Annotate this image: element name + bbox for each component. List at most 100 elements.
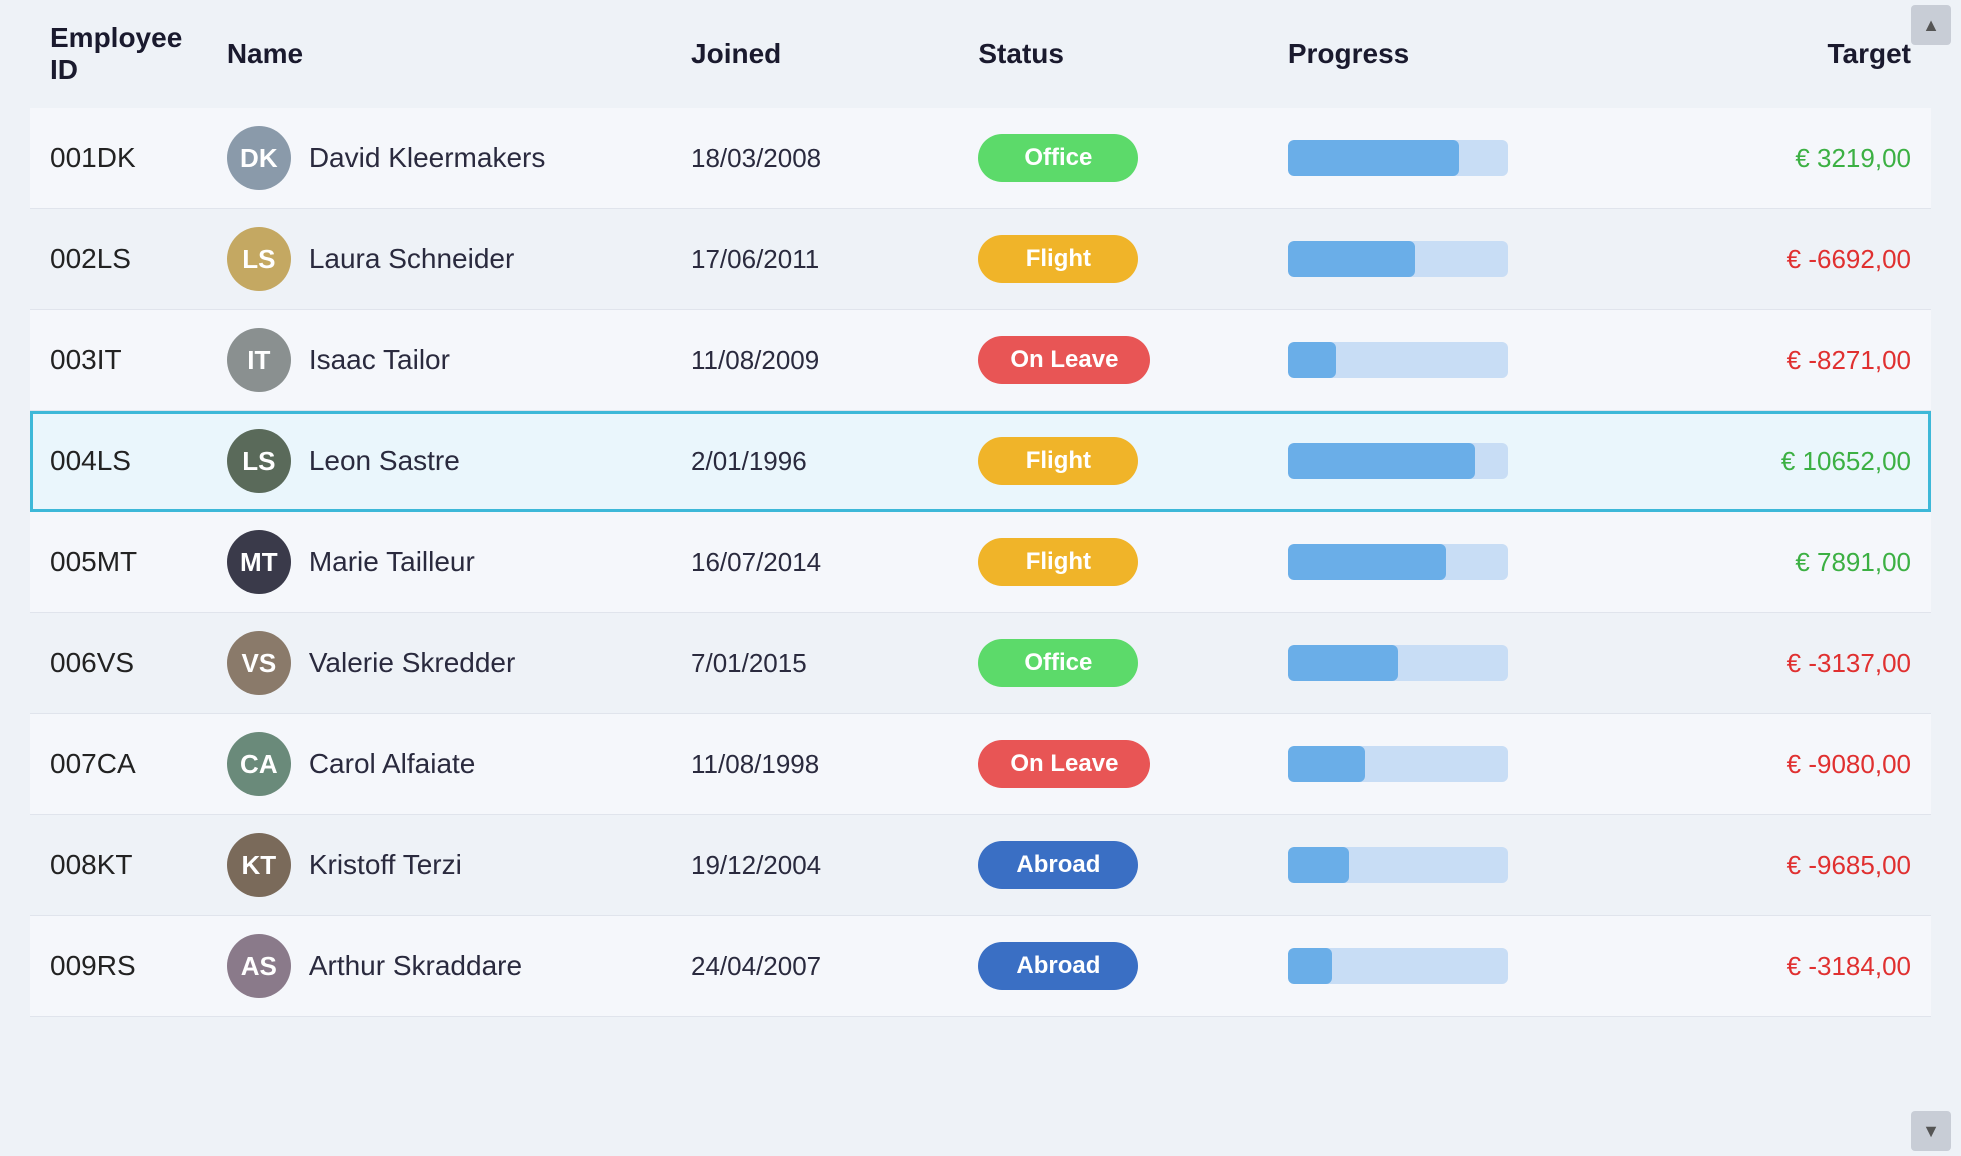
avatar: LS	[227, 429, 291, 493]
status-badge: Abroad	[978, 841, 1138, 889]
employee-target: € -3137,00	[1644, 613, 1931, 714]
table-row[interactable]: 003ITITIsaac Tailor11/08/2009On Leave€ -…	[30, 310, 1931, 411]
employee-joined: 11/08/1998	[671, 714, 958, 815]
status-badge: Flight	[978, 235, 1138, 283]
employee-target: € 3219,00	[1644, 108, 1931, 209]
employee-name-cell: KTKristoff Terzi	[207, 815, 671, 916]
scroll-down-button[interactable]: ▼	[1911, 1111, 1951, 1151]
employee-name: Kristoff Terzi	[309, 849, 462, 881]
employee-joined: 18/03/2008	[671, 108, 958, 209]
progress-bar-fill	[1288, 241, 1416, 277]
employee-progress-cell	[1268, 916, 1644, 1017]
employee-id: 007CA	[30, 714, 207, 815]
employee-target: € -3184,00	[1644, 916, 1931, 1017]
employee-name-cell: AS Arthur Skraddare	[207, 916, 671, 1017]
employee-name: Valerie Skredder	[309, 647, 515, 679]
progress-bar-background	[1288, 140, 1508, 176]
scroll-up-button[interactable]: ▲	[1911, 5, 1951, 45]
employee-progress-cell	[1268, 108, 1644, 209]
table-row[interactable]: 001DK DK David Kleermakers 18/03/2008 Office…	[30, 108, 1931, 209]
employee-target: € -9080,00	[1644, 714, 1931, 815]
employee-name-cell: CA Carol Alfaiate	[207, 714, 671, 815]
employee-name: David Kleermakers	[309, 142, 546, 174]
progress-bar-fill	[1288, 342, 1336, 378]
table-row[interactable]: 004LS LS Leon Sastre 2/01/1996Flight € 10652…	[30, 411, 1931, 512]
employee-status-cell: On Leave	[958, 310, 1267, 411]
status-badge: Office	[978, 134, 1138, 182]
employee-name-cell: DK David Kleermakers	[207, 108, 671, 209]
progress-bar-fill	[1288, 948, 1332, 984]
table-row[interactable]: 007CA CA Carol Alfaiate 11/08/1998 On Leave €…	[30, 714, 1931, 815]
progress-bar-background	[1288, 544, 1508, 580]
employee-name-cell: MT Marie Tailleur	[207, 512, 671, 613]
employee-name: Laura Schneider	[309, 243, 514, 275]
employee-status-cell: Office	[958, 613, 1267, 714]
avatar: DK	[227, 126, 291, 190]
employee-table: Employee ID Name Joined Status Progress …	[30, 0, 1931, 1017]
employee-progress-cell	[1268, 209, 1644, 310]
progress-bar-fill	[1288, 746, 1365, 782]
employee-name: Arthur Skraddare	[309, 950, 522, 982]
avatar: AS	[227, 934, 291, 998]
avatar: IT	[227, 328, 291, 392]
employee-id: 002LS	[30, 209, 207, 310]
table-row[interactable]: 005MTMTMarie Tailleur16/07/2014Flight€ 7…	[30, 512, 1931, 613]
employee-joined: 11/08/2009	[671, 310, 958, 411]
employee-id: 008KT	[30, 815, 207, 916]
progress-bar-background	[1288, 645, 1508, 681]
employee-joined: 16/07/2014	[671, 512, 958, 613]
employee-id: 003IT	[30, 310, 207, 411]
employee-id: 001DK	[30, 108, 207, 209]
employee-status-cell: Office	[958, 108, 1267, 209]
employee-name-cell: IT Isaac Tailor	[207, 310, 671, 411]
progress-bar-background	[1288, 847, 1508, 883]
employee-joined: 24/04/2007	[671, 916, 958, 1017]
employee-status-cell: Flight	[958, 411, 1267, 512]
employee-name: Marie Tailleur	[309, 546, 475, 578]
progress-bar-background	[1288, 241, 1508, 277]
table-row[interactable]: 008KTKTKristoff Terzi19/12/2004 Abroad € -…	[30, 815, 1931, 916]
employee-status-cell: Abroad	[958, 916, 1267, 1017]
employee-id: 009RS	[30, 916, 207, 1017]
employee-progress-cell	[1268, 714, 1644, 815]
employee-joined: 2/01/1996	[671, 411, 958, 512]
avatar: CA	[227, 732, 291, 796]
status-badge: Abroad	[978, 942, 1138, 990]
employee-joined: 7/01/2015	[671, 613, 958, 714]
progress-bar-fill	[1288, 847, 1350, 883]
table-row[interactable]: 006VS VS Valerie Skredder 7/01/2015 Office € …	[30, 613, 1931, 714]
progress-bar-fill	[1288, 544, 1446, 580]
employee-name: Carol Alfaiate	[309, 748, 476, 780]
table-row[interactable]: 009RS AS Arthur Skraddare 24/04/2007 Abroad €…	[30, 916, 1931, 1017]
employee-target: € 7891,00	[1644, 512, 1931, 613]
progress-bar-fill	[1288, 645, 1398, 681]
col-header-id: Employee ID	[30, 0, 207, 108]
col-header-target: Target	[1644, 0, 1931, 108]
employee-joined: 19/12/2004	[671, 815, 958, 916]
employee-progress-cell	[1268, 411, 1644, 512]
table-row[interactable]: 002LSLSLaura Schneider17/06/2011Flight€ …	[30, 209, 1931, 310]
employee-status-cell: Flight	[958, 512, 1267, 613]
employee-joined: 17/06/2011	[671, 209, 958, 310]
col-header-status: Status	[958, 0, 1267, 108]
employee-status-cell: Abroad	[958, 815, 1267, 916]
progress-bar-background	[1288, 443, 1508, 479]
employee-status-cell: On Leave	[958, 714, 1267, 815]
employee-target: € -9685,00	[1644, 815, 1931, 916]
employee-name: Isaac Tailor	[309, 344, 450, 376]
status-badge: On Leave	[978, 740, 1150, 788]
employee-progress-cell	[1268, 310, 1644, 411]
employee-status-cell: Flight	[958, 209, 1267, 310]
progress-bar-fill	[1288, 140, 1460, 176]
avatar: MT	[227, 530, 291, 594]
status-badge: Office	[978, 639, 1138, 687]
col-header-progress: Progress	[1268, 0, 1644, 108]
table-container: ▲ ▼ Employee ID Name Joined Status Progr…	[0, 0, 1961, 1156]
employee-progress-cell	[1268, 613, 1644, 714]
employee-id: 004LS	[30, 411, 207, 512]
employee-name: Leon Sastre	[309, 445, 460, 477]
employee-target: € 10652,00	[1644, 411, 1931, 512]
col-header-name: Name	[207, 0, 671, 108]
employee-id: 006VS	[30, 613, 207, 714]
avatar: VS	[227, 631, 291, 695]
